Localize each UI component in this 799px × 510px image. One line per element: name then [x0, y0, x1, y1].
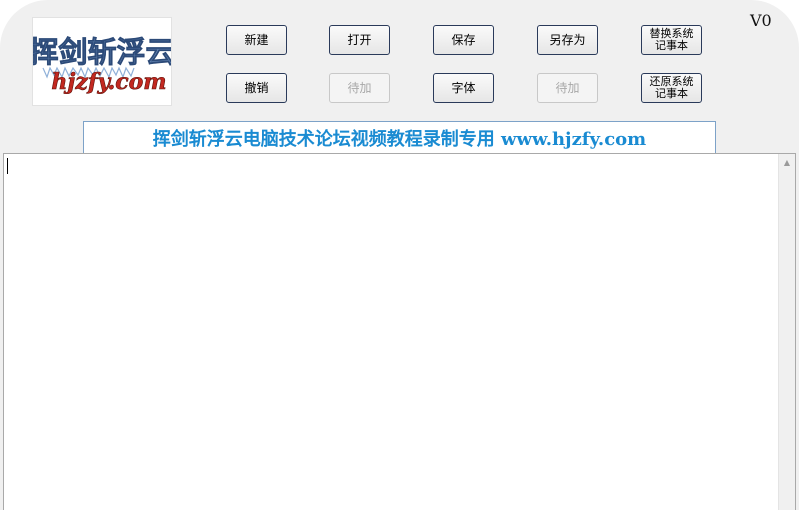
- logo-domain-text: hjzfy.com: [51, 69, 166, 95]
- open-button[interactable]: 打开: [329, 25, 390, 55]
- banner-title: 挥剑斩浮云电脑技术论坛视频教程录制专用 www.hjzfy.com: [83, 121, 716, 154]
- placeholder-button-1[interactable]: 待加: [329, 73, 390, 103]
- scroll-up-arrow-icon[interactable]: ▲: [779, 154, 795, 171]
- version-label: V0: [750, 11, 772, 30]
- restore-system-notepad-button[interactable]: 还原系统 记事本: [641, 73, 702, 103]
- new-button[interactable]: 新建: [226, 25, 287, 55]
- logo-title-text: 挥剑斩浮云: [33, 35, 171, 69]
- app-window: 挥剑斩浮云 hjzfy.com 新建 打开 保存 另存为 替换系统 记事本 撤销…: [0, 0, 799, 510]
- vertical-scrollbar[interactable]: ▲: [778, 154, 795, 510]
- text-caret: [7, 158, 8, 174]
- font-button[interactable]: 字体: [433, 73, 494, 103]
- replace-system-notepad-button[interactable]: 替换系统 记事本: [641, 25, 702, 55]
- site-logo: 挥剑斩浮云 hjzfy.com: [32, 17, 172, 106]
- text-editor-area[interactable]: ▲: [3, 153, 796, 510]
- save-button[interactable]: 保存: [433, 25, 494, 55]
- save-as-button[interactable]: 另存为: [537, 25, 598, 55]
- logo-image: 挥剑斩浮云 hjzfy.com: [33, 35, 171, 96]
- undo-button[interactable]: 撤销: [226, 73, 287, 103]
- placeholder-button-2[interactable]: 待加: [537, 73, 598, 103]
